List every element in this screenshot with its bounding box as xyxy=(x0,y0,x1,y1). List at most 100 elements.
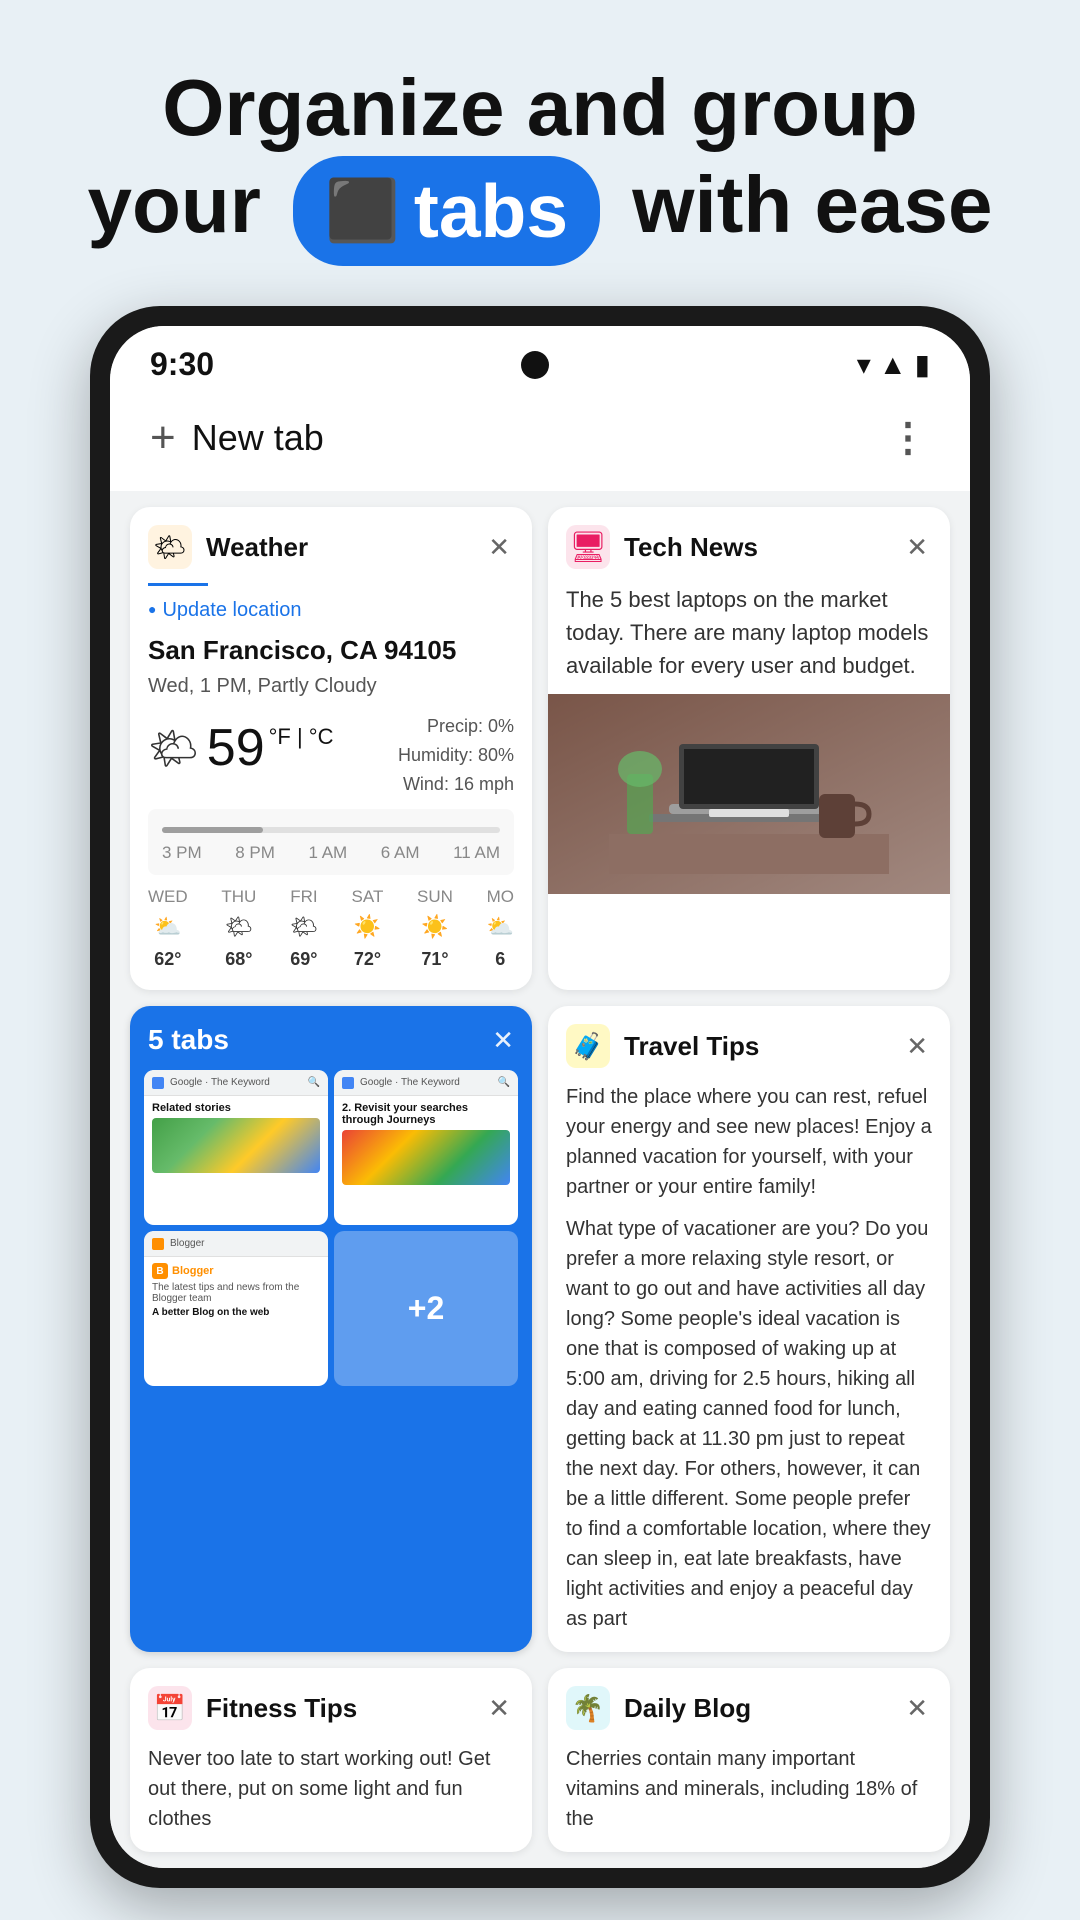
plus-icon: + xyxy=(150,413,176,463)
tech-news-title: Tech News xyxy=(624,532,888,563)
hero-section: Organize and group your ⬛ tabs with ease xyxy=(28,0,1053,306)
forecast-sun: SUN ☀️ 71° xyxy=(417,885,453,973)
tech-news-header: 🖥 Tech News ✕ xyxy=(548,507,950,583)
travel-text-1: Find the place where you can rest, refue… xyxy=(566,1082,932,1202)
travel-tips-content: Find the place where you can rest, refue… xyxy=(548,1082,950,1652)
tab-grid: 🌤 Weather ✕ Update location San Francisc… xyxy=(110,491,970,1868)
daily-blog-card[interactable]: 🌴 Daily Blog ✕ Cherries contain many imp… xyxy=(548,1668,950,1852)
tech-news-close-button[interactable]: ✕ xyxy=(902,528,932,567)
chrome-bar: + New tab ⋮ xyxy=(110,393,970,491)
travel-text-2: What type of vacationer are you? Do you … xyxy=(566,1214,932,1634)
forecast-wed: WED ⛅ 62° xyxy=(148,885,188,973)
new-tab-label: New tab xyxy=(192,417,324,459)
daily-blog-text: Cherries contain many important vitamins… xyxy=(566,1744,932,1834)
weather-precip: Precip: 0% xyxy=(398,712,514,741)
new-tab-button[interactable]: + New tab xyxy=(150,413,324,463)
fitness-tips-card[interactable]: 📅 Fitness Tips ✕ Never too late to start… xyxy=(130,1668,532,1852)
daily-blog-content: Cherries contain many important vitamins… xyxy=(548,1744,950,1852)
weather-underline xyxy=(148,583,208,586)
weather-icon: 🌤 xyxy=(148,525,192,569)
mini-tab-2-favicon xyxy=(342,1077,354,1089)
mini-tab-1-bar: Google · The Keyword 🔍 xyxy=(144,1070,328,1096)
timeline-bar xyxy=(162,827,500,833)
fitness-tips-text: Never too late to start working out! Get… xyxy=(148,1744,514,1834)
weather-update-location[interactable]: Update location xyxy=(148,596,514,624)
fitness-tips-header: 📅 Fitness Tips ✕ xyxy=(130,1668,532,1744)
fitness-tips-close-button[interactable]: ✕ xyxy=(484,1689,514,1728)
tech-news-icon: 🖥 xyxy=(566,525,610,569)
status-icons: ▾ ▲ ▮ xyxy=(857,348,930,381)
weather-wind: Wind: 16 mph xyxy=(398,770,514,799)
tabs-badge: ⬛ tabs xyxy=(293,156,600,266)
laptop-svg xyxy=(609,714,889,874)
mini-tab-1-url: Google · The Keyword xyxy=(170,1077,270,1088)
tabs-group-header: 5 tabs ✕ xyxy=(130,1006,532,1070)
weather-humidity: Humidity: 80% xyxy=(398,741,514,770)
tabs-badge-icon: ⬛ xyxy=(325,175,400,247)
mini-tab-2-search-icon: 🔍 xyxy=(498,1077,510,1088)
blogger-tagline: The latest tips and news from the Blogge… xyxy=(152,1282,320,1304)
forecast-mo: MO ⛅ 6 xyxy=(487,885,514,973)
weather-title: Weather xyxy=(206,532,470,563)
weather-temperature: 59°F | °C xyxy=(207,712,334,785)
mini-tab-1-image xyxy=(152,1118,320,1173)
status-bar: 9:30 ▾ ▲ ▮ xyxy=(110,326,970,393)
mini-tab-2-url: Google · The Keyword xyxy=(360,1077,460,1088)
daily-blog-header: 🌴 Daily Blog ✕ xyxy=(548,1668,950,1744)
mini-tab-3-bar: Blogger xyxy=(144,1231,328,1257)
tabs-mini-grid: Google · The Keyword 🔍 Related stories G… xyxy=(130,1070,532,1400)
daily-blog-title: Daily Blog xyxy=(624,1693,888,1724)
forecast-thu: THU 🌤 68° xyxy=(221,885,256,973)
weather-temp-row: 🌤 59°F | °C Precip: 0% Humidity: 80% Win… xyxy=(148,712,514,798)
mini-tab-3[interactable]: Blogger B Blogger The latest tips and ne… xyxy=(144,1231,328,1386)
front-camera xyxy=(521,351,549,379)
phone-screen: 9:30 ▾ ▲ ▮ + New tab ⋮ 🌤 Weather xyxy=(110,326,970,1868)
mini-tab-2-headline: 2. Revisit your searches through Journey… xyxy=(342,1102,510,1126)
tech-news-image xyxy=(548,694,950,894)
tabs-group-close-button[interactable]: ✕ xyxy=(492,1025,514,1056)
weather-temp-unit: °F | °C xyxy=(269,722,334,753)
mini-tab-3-content: B Blogger The latest tips and news from … xyxy=(144,1257,328,1324)
weather-card-header: 🌤 Weather ✕ xyxy=(130,507,532,583)
mini-tab-3-url: Blogger xyxy=(170,1238,204,1249)
blogger-headline: A better Blog on the web xyxy=(152,1307,320,1318)
mini-tab-1-search-icon: 🔍 xyxy=(308,1077,320,1088)
daily-blog-icon: 🌴 xyxy=(566,1686,610,1730)
signal-icon: ▲ xyxy=(879,349,907,381)
mini-tab-2-image xyxy=(342,1130,510,1185)
battery-icon: ▮ xyxy=(915,348,930,381)
tabs-group-card[interactable]: 5 tabs ✕ Google · The Keyword 🔍 Related … xyxy=(130,1006,532,1652)
tech-news-text: The 5 best laptops on the market today. … xyxy=(548,583,950,694)
mini-tab-2-content: 2. Revisit your searches through Journey… xyxy=(334,1096,518,1191)
weather-forecast: WED ⛅ 62° THU 🌤 68° FRI 🌤 69° xyxy=(148,885,514,973)
status-time: 9:30 xyxy=(150,346,214,383)
blogger-label: B Blogger xyxy=(152,1263,320,1279)
hero-line2: your ⬛ tabs with ease xyxy=(88,156,993,266)
weather-details: Precip: 0% Humidity: 80% Wind: 16 mph xyxy=(398,712,514,798)
fitness-tips-title: Fitness Tips xyxy=(206,1693,470,1724)
mini-tab-1-content: Related stories xyxy=(144,1096,328,1179)
fitness-tips-content: Never too late to start working out! Get… xyxy=(130,1744,532,1852)
weather-timeline: 3 PM 8 PM 1 AM 6 AM 11 AM xyxy=(148,809,514,875)
tabs-plus-badge[interactable]: +2 xyxy=(334,1231,518,1386)
travel-tips-close-button[interactable]: ✕ xyxy=(902,1027,932,1066)
mini-tab-2-bar: Google · The Keyword 🔍 xyxy=(334,1070,518,1096)
mini-tab-1[interactable]: Google · The Keyword 🔍 Related stories xyxy=(144,1070,328,1225)
travel-tips-card[interactable]: 🧳 Travel Tips ✕ Find the place where you… xyxy=(548,1006,950,1652)
travel-tips-header: 🧳 Travel Tips ✕ xyxy=(548,1006,950,1082)
tabs-badge-label: tabs xyxy=(414,166,568,256)
mini-tab-2[interactable]: Google · The Keyword 🔍 2. Revisit your s… xyxy=(334,1070,518,1225)
tabs-count-label: 5 tabs xyxy=(148,1024,229,1056)
weather-description: Wed, 1 PM, Partly Cloudy xyxy=(148,672,514,700)
weather-close-button[interactable]: ✕ xyxy=(484,528,514,567)
mini-tab-1-headline: Related stories xyxy=(152,1102,320,1114)
hero-line1: Organize and group xyxy=(88,60,993,156)
weather-emoji: 🌤 xyxy=(148,721,199,777)
tech-news-card[interactable]: 🖥 Tech News ✕ The 5 best laptops on the … xyxy=(548,507,950,990)
mini-tab-3-favicon xyxy=(152,1238,164,1250)
weather-card[interactable]: 🌤 Weather ✕ Update location San Francisc… xyxy=(130,507,532,990)
daily-blog-close-button[interactable]: ✕ xyxy=(902,1689,932,1728)
fitness-tips-icon: 📅 xyxy=(148,1686,192,1730)
menu-button[interactable]: ⋮ xyxy=(888,415,930,461)
weather-city: San Francisco, CA 94105 xyxy=(148,632,514,668)
